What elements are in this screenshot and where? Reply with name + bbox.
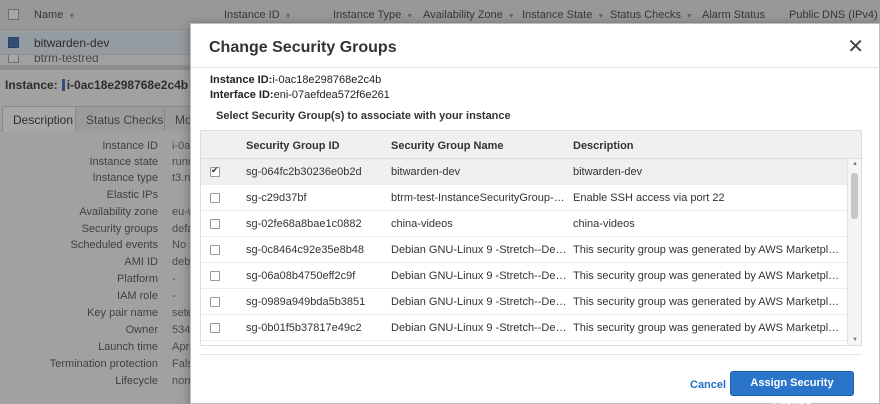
dialog-divider: [191, 67, 880, 68]
security-group-checkbox[interactable]: [210, 271, 220, 281]
group-description: bitwarden-dev: [573, 166, 643, 178]
security-group-row[interactable]: sg-0989a949bda5b3851 Debian GNU-Linux 9 …: [201, 289, 847, 315]
security-group-checkbox[interactable]: [210, 245, 220, 255]
security-group-row[interactable]: sg-02fe68a8bae1c0882 china-videos china-…: [201, 211, 847, 237]
security-group-checkbox[interactable]: [210, 297, 220, 307]
group-id: sg-0c8464c92e35e8b48: [246, 244, 365, 256]
group-description: This security group was generated by AWS…: [573, 322, 845, 334]
group-id: sg-06a08b4750eff2c9f: [246, 270, 356, 282]
security-group-row[interactable]: sg-c29d37bf btrm-test-InstanceSecurityGr…: [201, 185, 847, 211]
group-id: sg-064fc2b30236e0b2d: [246, 166, 362, 178]
instruction-text: Select Security Group(s) to associate wi…: [216, 110, 511, 122]
cancel-button[interactable]: Cancel: [690, 379, 726, 391]
instance-id-label: Instance ID:: [210, 74, 273, 86]
security-group-checkbox[interactable]: [210, 165, 220, 177]
dialog-title: Change Security Groups: [209, 39, 397, 56]
security-groups-table: Security Group ID Security Group Name De…: [200, 130, 862, 346]
table-scrollbar[interactable]: ▲ ▼: [847, 159, 861, 345]
scroll-down-icon[interactable]: ▼: [848, 335, 861, 345]
scroll-up-icon[interactable]: ▲: [848, 159, 861, 169]
assign-security-groups-button[interactable]: Assign Security Groups: [730, 371, 854, 404]
group-name: Debian GNU-Linux 9 -Stretch--Debian…: [391, 244, 569, 256]
group-name: Debian GNU-Linux 9 -Stretch--Debian…: [391, 322, 569, 334]
change-security-groups-dialog: Change Security Groups ✕ Instance ID:i-0…: [190, 23, 880, 404]
group-id: sg-c29d37bf: [246, 192, 307, 204]
security-group-checkbox[interactable]: [210, 323, 220, 333]
group-name: Debian GNU-Linux 9 -Stretch--Debian…: [391, 270, 569, 282]
group-description: This security group was generated by AWS…: [573, 244, 845, 256]
footer-divider: [200, 354, 862, 355]
group-description: china-videos: [573, 218, 635, 230]
column-header-group-name[interactable]: Security Group Name: [391, 140, 503, 152]
group-description: Enable SSH access via port 22: [573, 192, 725, 204]
instance-id-line: Instance ID:i-0ac18e298768e2c4b: [210, 74, 381, 86]
group-description: This security group was generated by AWS…: [573, 270, 845, 282]
security-group-row[interactable]: sg-06a08b4750eff2c9f Debian GNU-Linux 9 …: [201, 263, 847, 289]
group-id: sg-0989a949bda5b3851: [246, 296, 366, 308]
security-group-checkbox[interactable]: [210, 219, 220, 229]
security-group-row[interactable]: sg-0c8464c92e35e8b48 Debian GNU-Linux 9 …: [201, 237, 847, 263]
scrollbar-thumb[interactable]: [851, 173, 858, 219]
security-groups-header: Security Group ID Security Group Name De…: [201, 131, 861, 159]
column-header-group-id[interactable]: Security Group ID: [246, 140, 340, 152]
instance-id-value: i-0ac18e298768e2c4b: [272, 74, 382, 86]
group-id: sg-02fe68a8bae1c0882: [246, 218, 362, 230]
group-id: sg-0b01f5b37817e49c2: [246, 322, 362, 334]
group-name: btrm-test-InstanceSecurityGroup-ZR…: [391, 192, 569, 204]
group-description: This security group was generated by AWS…: [573, 296, 845, 308]
group-name: china-videos: [391, 218, 453, 230]
group-name: Debian GNU-Linux 9 -Stretch--Debian…: [391, 296, 569, 308]
column-header-description[interactable]: Description: [573, 140, 634, 152]
security-group-row[interactable]: sg-0b01f5b37817e49c2 Debian GNU-Linux 9 …: [201, 315, 847, 341]
close-icon[interactable]: ✕: [847, 37, 864, 57]
interface-id-label: Interface ID:: [210, 89, 274, 101]
group-name: bitwarden-dev: [391, 166, 461, 178]
interface-id-line: Interface ID:eni-07aefdea572f6e261: [210, 89, 390, 101]
interface-id-value: eni-07aefdea572f6e261: [273, 89, 390, 101]
security-group-row[interactable]: sg-064fc2b30236e0b2d bitwarden-dev bitwa…: [201, 159, 847, 185]
security-group-checkbox[interactable]: [210, 193, 220, 203]
